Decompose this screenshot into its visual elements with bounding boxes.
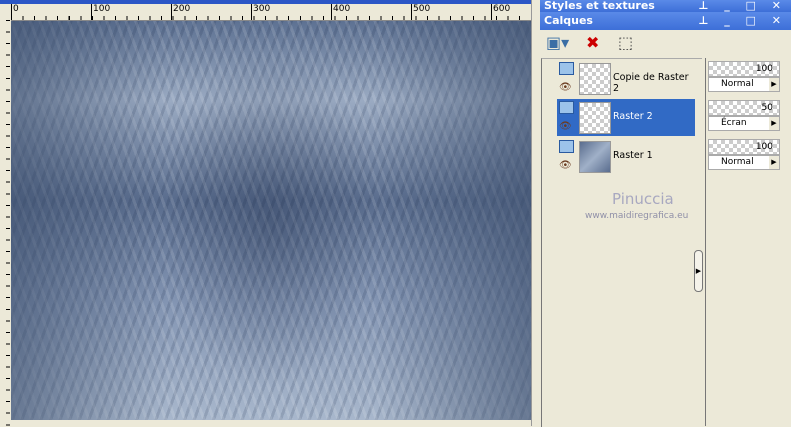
ruler-label: 600	[491, 4, 510, 20]
layer-name: Copie de Raster 2	[613, 72, 689, 94]
opacity-value: 50	[761, 103, 773, 113]
blend-mode-select[interactable]: Normal ▶	[708, 77, 780, 92]
panel-window-buttons[interactable]: ⊥ _ □ ✕	[698, 0, 787, 12]
opacity-value: 100	[755, 64, 773, 74]
dropdown-arrow-icon[interactable]: ▶	[769, 78, 779, 91]
watermark-name: Pinuccia	[612, 190, 674, 208]
raster-layer-icon	[559, 101, 574, 114]
image-canvas[interactable]	[11, 21, 531, 420]
ruler-label: 400	[331, 4, 350, 20]
raster-layer-icon	[559, 140, 574, 153]
ruler-label: 200	[171, 4, 190, 20]
blend-mode-value: Normal	[721, 157, 754, 167]
ruler-label: 0	[11, 4, 19, 20]
eye-visibility-icon[interactable]: 👁	[559, 82, 572, 93]
eye-visibility-icon[interactable]: 👁	[559, 121, 572, 132]
styles-panel-titlebar[interactable]: Styles et textures ⊥ _ □ ✕	[540, 0, 791, 12]
new-layer-icon[interactable]: ▣▾	[546, 33, 569, 52]
watermark-url: www.maidiregrafica.eu	[585, 211, 689, 221]
horizontal-ruler: 0 100 200 300 400 500 600	[11, 4, 534, 21]
ruler-label: 500	[411, 4, 430, 20]
canvas-shading	[11, 21, 531, 420]
blend-mode-value: Écran	[721, 118, 747, 128]
opacity-value: 100	[755, 142, 773, 152]
layer-name: Raster 1	[613, 150, 653, 161]
ruler-label: 300	[251, 4, 270, 20]
layer-name: Raster 2	[613, 111, 653, 122]
blend-mode-select[interactable]: Écran ▶	[708, 116, 780, 131]
eye-visibility-icon[interactable]: 👁	[559, 160, 572, 171]
layer-list: 👁 Copie de Raster 2 👁 Raster 2 👁 Raster …	[541, 58, 702, 427]
layer-properties: 100 Normal ▶ 50 Écran ▶ 100 Normal ▶	[705, 58, 791, 426]
vertical-ruler	[0, 20, 10, 426]
opacity-slider[interactable]: 100	[708, 61, 780, 77]
layers-panel-titlebar[interactable]: Calques ⊥ _ □ ✕	[540, 12, 791, 30]
layer-row[interactable]: 👁 Copie de Raster 2	[557, 60, 695, 97]
delete-layer-icon[interactable]: ✖	[586, 33, 599, 52]
layer-row[interactable]: 👁 Raster 1	[557, 138, 695, 175]
opacity-slider[interactable]: 50	[708, 100, 780, 116]
styles-panel-title: Styles et textures	[544, 0, 655, 12]
panel-separator[interactable]	[531, 0, 541, 426]
layer-thumbnail	[579, 102, 611, 134]
opacity-slider[interactable]: 100	[708, 139, 780, 155]
layer-row-selected[interactable]: 👁 Raster 2	[557, 99, 695, 136]
blend-mode-select[interactable]: Normal ▶	[708, 155, 780, 170]
layer-thumbnail	[579, 63, 611, 95]
ruler-label: 100	[91, 4, 110, 20]
raster-layer-icon	[559, 62, 574, 75]
layers-panel-title: Calques	[544, 14, 593, 27]
dropdown-arrow-icon[interactable]: ▶	[769, 117, 779, 130]
panel-splitter-handle[interactable]: ▶	[694, 250, 703, 292]
panel-window-buttons[interactable]: ⊥ _ □ ✕	[698, 12, 787, 30]
layers-toolbar: ▣▾ ✖ ⬚	[540, 30, 791, 56]
edit-selection-icon[interactable]: ⬚	[618, 33, 633, 52]
layer-thumbnail	[579, 141, 611, 173]
dropdown-arrow-icon[interactable]: ▶	[769, 156, 779, 169]
blend-mode-value: Normal	[721, 79, 754, 89]
